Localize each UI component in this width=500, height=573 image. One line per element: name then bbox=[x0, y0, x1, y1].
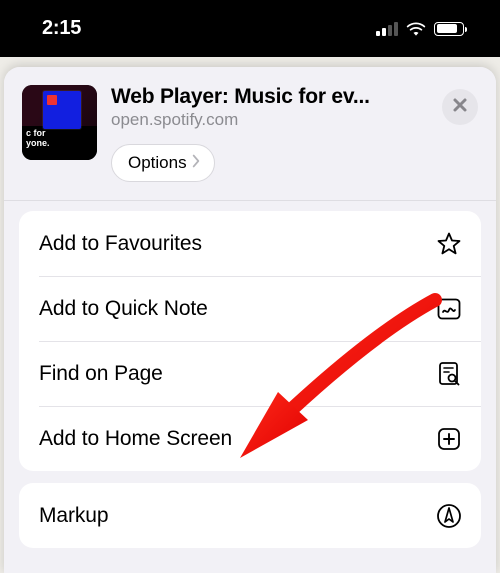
battery-icon bbox=[434, 22, 464, 36]
thumb-text-2: yone. bbox=[26, 138, 50, 148]
page-url: open.spotify.com bbox=[111, 110, 428, 130]
close-button[interactable] bbox=[442, 89, 478, 125]
options-button[interactable]: Options bbox=[111, 144, 215, 182]
share-actions-group-2: Markup bbox=[19, 483, 481, 548]
options-label: Options bbox=[128, 153, 187, 173]
chevron-right-icon bbox=[189, 153, 203, 173]
markup-icon bbox=[435, 502, 463, 530]
find-icon bbox=[435, 360, 463, 388]
action-label: Add to Home Screen bbox=[39, 427, 232, 451]
action-label: Markup bbox=[39, 504, 108, 528]
action-label: Add to Quick Note bbox=[39, 297, 208, 321]
ios-share-sheet: c for yone. Web Player: Music for ev... … bbox=[4, 67, 496, 573]
find-on-page-row[interactable]: Find on Page bbox=[19, 341, 481, 406]
action-label: Add to Favourites bbox=[39, 232, 202, 256]
ios-status-bar: 2:15 bbox=[0, 0, 500, 57]
markup-row[interactable]: Markup bbox=[19, 483, 481, 548]
thumb-text-1: c for bbox=[26, 128, 46, 138]
quicknote-icon bbox=[435, 295, 463, 323]
page-thumbnail: c for yone. bbox=[22, 85, 97, 160]
cellular-icon bbox=[376, 22, 398, 36]
add-to-quick-note-row[interactable]: Add to Quick Note bbox=[19, 276, 481, 341]
share-header-text: Web Player: Music for ev... open.spotify… bbox=[111, 85, 428, 194]
add-to-home-screen-row[interactable]: Add to Home Screen bbox=[19, 406, 481, 471]
page-title: Web Player: Music for ev... bbox=[111, 85, 428, 109]
add-to-favourites-row[interactable]: Add to Favourites bbox=[19, 211, 481, 276]
action-label: Find on Page bbox=[39, 362, 163, 386]
status-indicators bbox=[376, 21, 464, 37]
add-home-icon bbox=[435, 425, 463, 453]
status-time: 2:15 bbox=[42, 17, 81, 40]
close-icon bbox=[452, 97, 468, 118]
share-sheet-header: c for yone. Web Player: Music for ev... … bbox=[4, 67, 496, 201]
wifi-icon bbox=[406, 21, 426, 37]
share-actions-group: Add to Favourites Add to Quick Note Find… bbox=[19, 211, 481, 471]
star-icon bbox=[435, 230, 463, 258]
